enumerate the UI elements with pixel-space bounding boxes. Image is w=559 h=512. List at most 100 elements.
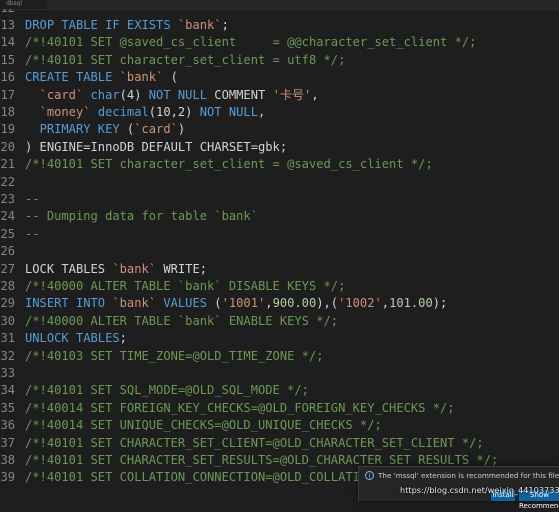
line-number: 17 [0,87,15,102]
line-number: 26 [0,244,15,259]
line-number: 29 [0,296,15,311]
code-line[interactable]: 24 -- Dumping data for table `bank` [0,208,559,225]
code-token: /*!40101 SET CHARACTER_SET_CLIENT=@OLD_C… [25,435,484,450]
code-line[interactable]: 34 /*!40101 SET SQL_MODE=@OLD_SQL_MODE */… [0,382,559,399]
code-token: UNLOCK TABLES [25,331,120,346]
code-token: INSERT INTO [25,296,113,311]
line-number: 25 [0,226,15,241]
line-number: 37 [0,435,15,450]
code-token: /*!40101 SET character_set_client = @sav… [25,157,433,172]
code-token: /*!40014 SET UNIQUE_CHECKS=@OLD_UNIQUE_C… [25,418,382,433]
code-line[interactable]: 37 /*!40101 SET CHARACTER_SET_CLIENT=@OLD… [0,435,559,452]
line-number: 32 [0,348,15,363]
code-line[interactable]: 29 INSERT INTO `bank` VALUES ('1001',900.… [0,295,559,312]
line-number: 22 [0,174,15,189]
code-line[interactable]: 22 [0,174,559,191]
code-text: -- [25,226,40,243]
code-line[interactable]: 26 [0,243,559,260]
code-line[interactable]: 32 /*!40103 SET TIME_ZONE=@OLD_TIME_ZONE … [0,348,559,365]
line-number: 28 [0,278,15,293]
code-token: `card` [134,122,178,137]
code-token: 900.00 [272,296,317,311]
code-line[interactable]: 13 DROP TABLE IF EXISTS `bank`; [0,17,559,34]
code-line[interactable]: 18 `money` decimal(10,2) NOT NULL, [0,104,559,121]
code-token: `money` [39,104,91,119]
line-number: 20 [0,139,15,154]
line-number: 12 [0,9,15,17]
code-line[interactable]: 17 `card` char(4) NOT NULL COMMENT '卡号', [0,87,559,104]
code-line[interactable]: 30 /*!40000 ALTER TABLE `bank` ENABLE KEY… [0,313,559,330]
code-line[interactable]: 33 [0,365,559,382]
code-token: /*!40101 SET character_set_client = utf8… [25,52,346,67]
code-token: '1002' [338,296,382,311]
line-number: 36 [0,418,15,433]
code-text: /*!40101 SET @saved_cs_client = @@charac… [25,34,476,51]
code-line[interactable]: 15 /*!40101 SET character_set_client = ut… [0,52,559,69]
line-number: 24 [0,209,15,224]
code-token: `card` [39,87,84,102]
code-text: /*!40103 SET TIME_ZONE=@OLD_TIME_ZONE */… [25,348,324,365]
code-token: /*!40000 ALTER TABLE `bank` ENABLE KEYS … [25,313,339,328]
code-line[interactable]: 25 -- [0,226,559,243]
code-token: /*!40103 SET TIME_ZONE=@OLD_TIME_ZONE */… [25,348,324,363]
line-number: 21 [0,157,15,172]
code-line[interactable]: 14 /*!40101 SET @saved_cs_client = @@char… [0,34,559,51]
code-text: /*!40101 SET SQL_MODE=@OLD_SQL_MODE */; [25,382,309,399]
code-token: char [90,87,120,102]
code-text: /*!40014 SET UNIQUE_CHECKS=@OLD_UNIQUE_C… [25,417,382,434]
code-line[interactable]: 21 /*!40101 SET character_set_client = @s… [0,156,559,173]
line-number: 19 [0,122,15,137]
code-token: COMMENT [207,87,273,102]
code-line[interactable]: 31 UNLOCK TABLES; [0,330,559,347]
code-line[interactable]: 35 /*!40014 SET FOREIGN_KEY_CHECKS=@OLD_F… [0,400,559,417]
code-token: `bank` [112,261,157,276]
code-text: INSERT INTO `bank` VALUES ('1001',900.00… [25,295,447,312]
code-token: LOCK TABLES [25,261,113,276]
code-token: ( [163,70,178,85]
line-number: 23 [0,191,15,206]
line-number: 14 [0,35,15,50]
code-line[interactable]: 23 -- [0,191,559,208]
code-token: , [258,104,266,119]
code-token: ) ENGINE=InnoDB DEFAULT CHARSET=gbk; [25,139,288,154]
code-token: -- [25,226,40,241]
code-token: ( [207,296,222,311]
code-text: DROP TABLE IF EXISTS `bank`; [25,17,229,34]
editor-tab[interactable]: dbsql [0,0,46,9]
code-text: LOCK TABLES `bank` WRITE; [25,261,207,278]
line-number: 30 [0,313,15,328]
code-text: ) ENGINE=InnoDB DEFAULT CHARSET=gbk; [25,139,287,156]
line-number: 33 [0,365,15,380]
code-line[interactable]: 36 /*!40014 SET UNIQUE_CHECKS=@OLD_UNIQUE… [0,417,559,434]
code-line[interactable]: 20 ) ENGINE=InnoDB DEFAULT CHARSET=gbk; [0,139,559,156]
code-token: `bank` [177,17,222,32]
line-number: 27 [0,261,15,276]
code-line[interactable]: 19 PRIMARY KEY (`card`) [0,121,559,138]
code-text: /*!40014 SET FOREIGN_KEY_CHECKS=@OLD_FOR… [25,400,455,417]
line-number: 31 [0,331,15,346]
code-token: `bank` [112,296,157,311]
code-text: PRIMARY KEY (`card`) [25,121,186,138]
code-text: /*!40101 SET character_set_client = utf8… [25,52,345,69]
code-editor[interactable]: 1213 DROP TABLE IF EXISTS `bank`; 14 /*!401… [0,9,559,500]
code-token: ; [119,331,127,346]
code-token: ); [432,296,448,311]
code-line[interactable]: 12 [0,9,559,17]
code-text: CREATE TABLE `bank` ( [25,69,178,86]
code-token: decimal [97,104,149,119]
info-icon: i [365,471,374,480]
code-line[interactable]: 28 /*!40000 ALTER TABLE `bank` DISABLE KE… [0,278,559,295]
line-number: 18 [0,104,15,119]
code-token: NOT NULL [199,104,258,119]
notification-message: The 'mssql' extension is recommended for… [378,471,559,480]
code-line[interactable]: 16 CREATE TABLE `bank` ( [0,69,559,86]
code-token: 101.00 [389,296,433,311]
code-token: `bank` [119,70,164,85]
code-line[interactable]: 27 LOCK TABLES `bank` WRITE; [0,261,559,278]
code-token: '1001' [221,296,266,311]
